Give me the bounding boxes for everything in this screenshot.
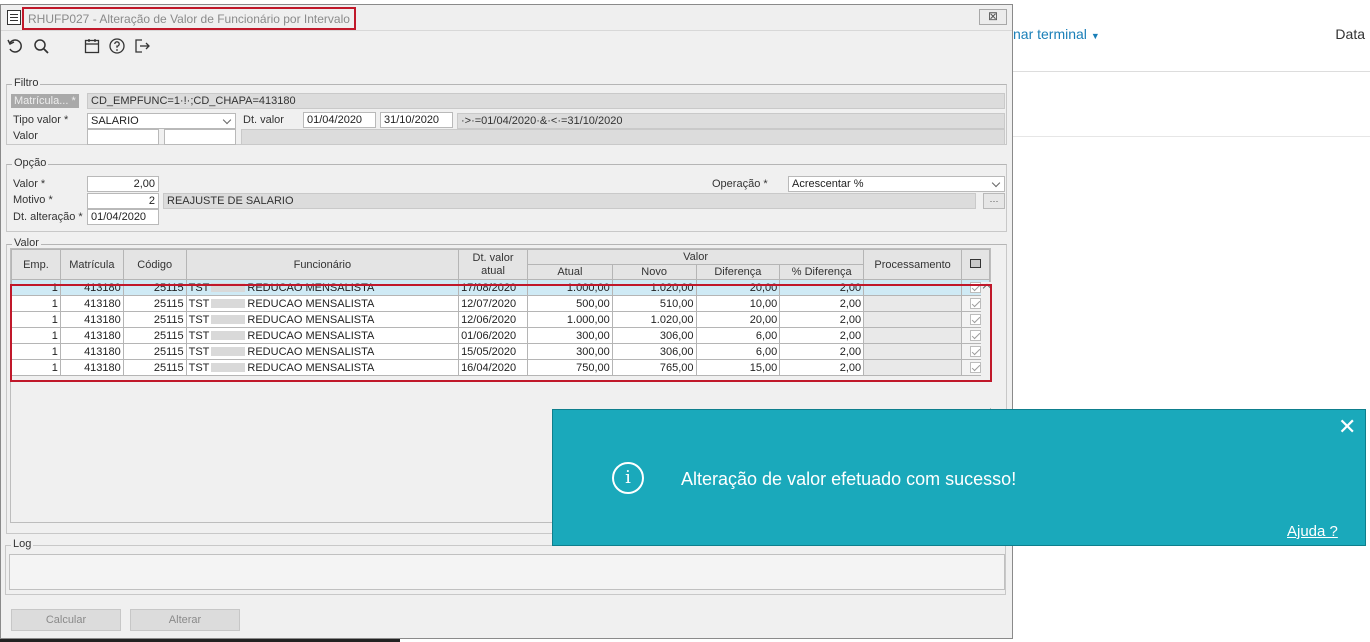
- select-all-checkbox[interactable]: [970, 258, 981, 268]
- col-codigo[interactable]: Código: [122, 249, 187, 280]
- search-icon[interactable]: [32, 37, 50, 55]
- dt-alteracao-label: Dt. alteração *: [13, 211, 83, 223]
- col-emp[interactable]: Emp.: [11, 249, 61, 280]
- valor-max-input[interactable]: [164, 129, 236, 145]
- col-matricula[interactable]: Matrícula: [59, 249, 124, 280]
- terminal-menu-link[interactable]: nar terminal ▼: [1013, 26, 1100, 42]
- dt-valor-start-input[interactable]: 01/04/2020: [303, 112, 376, 128]
- window-title: RHUFP027 - Alteração de Valor de Funcion…: [22, 7, 356, 30]
- col-processamento[interactable]: Processamento: [863, 249, 963, 280]
- data-label: Data: [1335, 26, 1365, 42]
- valor-label: Valor *: [13, 178, 46, 190]
- close-window-button[interactable]: ⊠: [979, 9, 1007, 25]
- background-divider: [1013, 136, 1370, 137]
- log-textarea[interactable]: [9, 554, 1005, 590]
- col-novo[interactable]: Novo: [611, 264, 697, 280]
- info-icon: i: [612, 462, 644, 494]
- tipo-valor-label: Tipo valor *: [13, 114, 69, 126]
- valor-input[interactable]: 2,00: [87, 176, 159, 192]
- matricula-label[interactable]: Matrícula... *: [11, 94, 79, 108]
- lookup-icon: ⋯: [989, 196, 999, 206]
- exit-icon[interactable]: [133, 37, 151, 55]
- opcao-legend: Opção: [12, 157, 49, 169]
- close-icon[interactable]: ✕: [1338, 416, 1356, 438]
- filtro-legend: Filtro: [12, 77, 41, 89]
- operacao-label: Operação *: [712, 178, 768, 190]
- motivo-lookup-button[interactable]: ⋯: [983, 193, 1005, 209]
- valor-expression: [241, 129, 1005, 145]
- log-legend: Log: [11, 538, 34, 550]
- tipo-valor-select[interactable]: SALARIO: [87, 113, 236, 129]
- toast-message: Alteração de valor efetuado com sucesso!: [681, 469, 1017, 489]
- col-dt-valor[interactable]: Dt. valor atual: [458, 249, 528, 280]
- highlight-box: [10, 284, 992, 382]
- toolbar: [1, 33, 1012, 59]
- dt-valor-label: Dt. valor: [243, 114, 284, 126]
- operacao-select[interactable]: Acrescentar %: [788, 176, 1005, 192]
- matricula-filter-field[interactable]: CD_EMPFUNC=1·!·;CD_CHAPA=413180: [87, 93, 1005, 109]
- motivo-label: Motivo *: [13, 194, 53, 206]
- title-bar: RHUFP027 - Alteração de Valor de Funcion…: [1, 5, 1012, 31]
- caret-down-icon: ▼: [1090, 31, 1100, 41]
- help-link[interactable]: Ajuda ?: [1287, 523, 1338, 540]
- motivo-description: REAJUSTE DE SALARIO: [163, 193, 976, 209]
- dt-valor-expression: ·>·=01/04/2020·&·<·=31/10/2020: [457, 113, 1005, 129]
- col-group-valor: Valor: [526, 249, 865, 265]
- help-icon[interactable]: [108, 37, 126, 55]
- dt-alteracao-input[interactable]: 01/04/2020: [87, 209, 159, 225]
- dt-valor-end-input[interactable]: 31/10/2020: [380, 112, 453, 128]
- col-pct-diferenca[interactable]: % Diferença: [779, 264, 865, 280]
- col-atual[interactable]: Atual: [527, 264, 613, 280]
- motivo-code-input[interactable]: 2: [87, 193, 159, 209]
- alterar-button[interactable]: Alterar: [130, 609, 240, 631]
- col-select-all[interactable]: [961, 249, 990, 280]
- calcular-button[interactable]: Calcular: [11, 609, 121, 631]
- undo-icon[interactable]: [6, 37, 24, 55]
- document-icon: [7, 10, 21, 25]
- calendar-icon[interactable]: [83, 37, 101, 55]
- success-toast: i Alteração de valor efetuado com sucess…: [552, 409, 1366, 546]
- col-funcionario[interactable]: Funcionário: [185, 249, 460, 280]
- valor-min-input[interactable]: [87, 129, 159, 145]
- col-diferenca[interactable]: Diferença: [695, 264, 781, 280]
- valor-filter-label: Valor: [13, 130, 38, 142]
